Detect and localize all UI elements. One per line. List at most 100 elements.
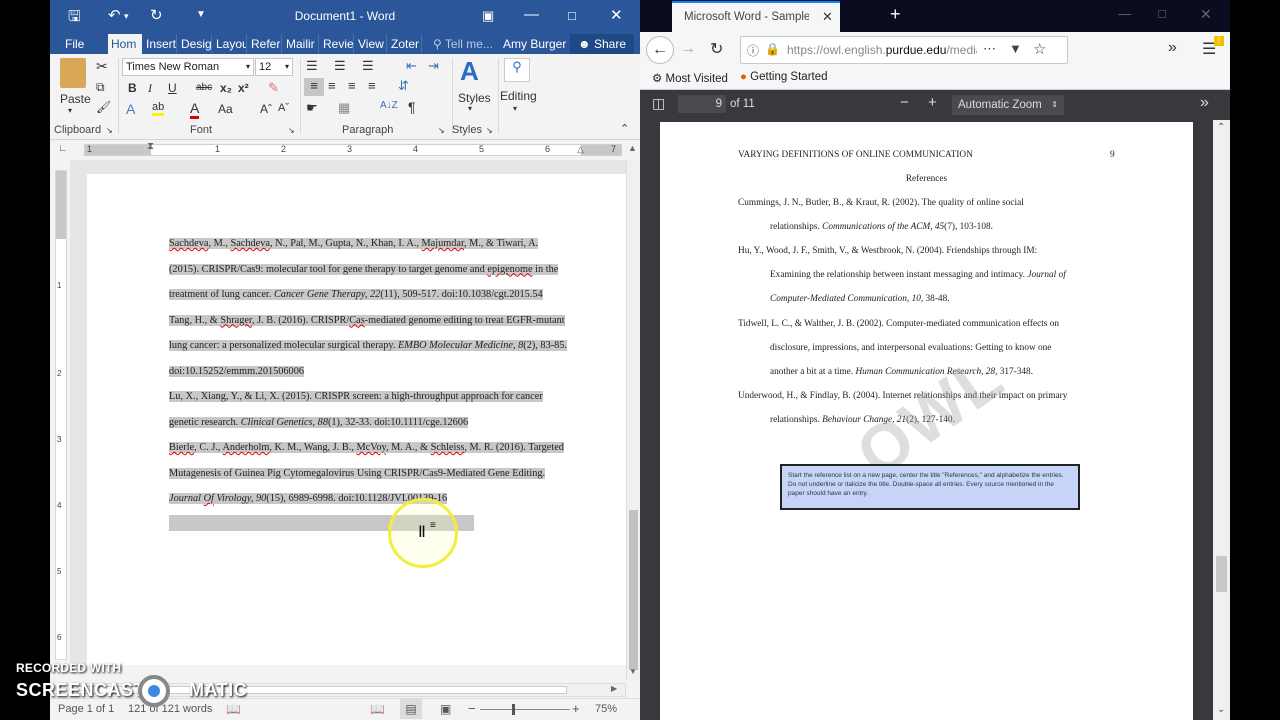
zoom-slider[interactable] — [480, 704, 570, 715]
lock-icon[interactable]: 🔒 — [765, 42, 780, 56]
reference-line[interactable]: genetic research. Clinical Genetics, 88(… — [169, 416, 469, 428]
underline-button[interactable]: U — [168, 81, 177, 95]
justify-button[interactable]: ≡ — [368, 78, 376, 93]
change-case-button[interactable]: Aa — [218, 102, 233, 116]
font-color-icon[interactable]: A — [190, 100, 200, 119]
minimize-icon[interactable]: — — [1118, 6, 1131, 21]
find-icon[interactable]: ⚲ — [504, 58, 530, 82]
sort-button[interactable]: A↓Z — [380, 100, 398, 111]
editing-button[interactable]: Editing — [500, 89, 537, 103]
tools-menu-icon[interactable]: » — [1200, 94, 1209, 112]
strikethrough-button[interactable]: abc — [196, 82, 212, 93]
horizontal-ruler[interactable]: ∟ 1 1 2 3 4 5 6 7 ⧗ △ ▲ — [50, 141, 640, 159]
reference-entry[interactable]: Sachdeva, M., Sachdeva, N., Pal, M., Gup… — [169, 238, 539, 249]
ribbon-display-options-icon[interactable]: ▣ — [482, 8, 494, 24]
reference-line[interactable]: treatment of lung cancer. Cancer Gene Th… — [169, 289, 543, 300]
zoom-select[interactable]: Automatic Zoom ⇕ — [952, 95, 1064, 115]
minimize-icon[interactable]: — — [524, 6, 539, 23]
reload-button[interactable]: ↻ — [710, 39, 723, 59]
print-layout-icon[interactable]: ▤ — [400, 699, 422, 719]
bold-button[interactable]: B — [128, 81, 137, 95]
highlight-color-icon[interactable]: ab — [152, 101, 165, 116]
styles-dropdown-icon[interactable]: ▾ — [468, 104, 472, 113]
scroll-down-icon[interactable]: ▼ — [629, 667, 637, 676]
subscript-button[interactable]: x₂ — [220, 81, 232, 95]
align-right-button[interactable]: ≡ — [348, 78, 356, 93]
tab-selector-icon[interactable]: ∟ — [58, 143, 68, 154]
bullets-icon[interactable]: ☰ — [306, 58, 318, 74]
scroll-down-icon[interactable]: ⌄ — [1217, 704, 1225, 715]
new-tab-icon[interactable]: + — [890, 4, 901, 25]
reference-entry[interactable]: Bierle, C. J., Anderholm, K. M., Wang, J… — [169, 442, 564, 453]
decrease-indent-icon[interactable]: ⇤ — [406, 58, 417, 74]
user-name[interactable]: Amy Burger — [500, 34, 569, 54]
editing-dropdown-icon[interactable]: ▾ — [513, 104, 517, 113]
show-formatting-button[interactable]: ¶ — [408, 99, 416, 115]
bookmark-most-visited[interactable]: ⚙ Most Visited — [652, 71, 728, 85]
shrink-font-button[interactable]: Aˇ — [278, 102, 289, 114]
maximize-icon[interactable]: □ — [1158, 6, 1166, 21]
reference-line[interactable]: lung cancer: a personalized molecular su… — [169, 340, 568, 351]
overflow-menu-icon[interactable]: » — [1168, 39, 1177, 57]
italic-button[interactable]: I — [148, 81, 152, 96]
collapse-ribbon-icon[interactable]: ⌃ — [620, 122, 629, 135]
pdf-scrollbar[interactable]: ⌃ ⌄ — [1213, 120, 1230, 720]
scroll-right-icon[interactable]: ▶ — [611, 684, 617, 693]
zoom-out-button[interactable]: − — [468, 701, 476, 716]
clear-formatting-icon[interactable]: ✎ — [268, 80, 279, 96]
zoom-level[interactable]: 75% — [595, 703, 617, 715]
zoom-out-button[interactable]: − — [900, 94, 909, 111]
scroll-up-icon[interactable]: ▲ — [628, 143, 637, 153]
tab-design[interactable]: Desig — [178, 34, 212, 54]
paragraph-launcher-icon[interactable]: ↘ — [438, 126, 445, 135]
tab-insert[interactable]: Insert — [143, 34, 177, 54]
tab-references[interactable]: Refer — [248, 34, 282, 54]
reference-line[interactable]: doi:10.15252/emmm.201506006 — [169, 365, 305, 377]
font-name-select[interactable]: Times New Roman ▾ — [122, 58, 254, 76]
text-effects-icon[interactable]: A — [126, 101, 135, 117]
indent-marker[interactable]: ⧗ — [147, 141, 154, 152]
tab-mailings[interactable]: Mailir — [283, 34, 319, 54]
copy-icon[interactable]: ⧉ — [96, 80, 105, 95]
cut-icon[interactable]: ✂ — [96, 58, 108, 75]
tab-layout[interactable]: Layou — [213, 34, 247, 54]
page-number-input[interactable]: 9 — [678, 95, 726, 113]
ruler-strip[interactable]: 1 1 2 3 4 5 6 7 ⧗ △ — [84, 141, 622, 156]
back-button[interactable]: ← — [646, 36, 674, 64]
paste-dropdown-icon[interactable]: ▾ — [68, 106, 72, 115]
increase-indent-icon[interactable]: ⇥ — [428, 58, 439, 74]
document-page[interactable]: Sachdeva, M., Sachdeva, N., Pal, M., Gup… — [87, 174, 626, 665]
reference-entry[interactable]: Lu, X., Xiang, Y., & Li, X. (2015). CRIS… — [169, 391, 543, 402]
pdf-viewer[interactable]: VARYING DEFINITIONS OF ONLINE COMMUNICAT… — [640, 120, 1218, 720]
close-tab-icon[interactable]: ✕ — [822, 9, 833, 25]
bookmark-star-icon[interactable]: ☆ — [1033, 40, 1046, 58]
tab-home[interactable]: Hom — [108, 34, 142, 54]
reference-entry[interactable]: Tang, H., & Shrager, J. B. (2016). CRISP… — [169, 314, 565, 326]
page-actions-icon[interactable]: ⋯ — [983, 41, 996, 57]
page-count[interactable]: Page 1 of 1 — [58, 703, 114, 715]
read-mode-icon[interactable]: 📖 — [370, 702, 385, 716]
styles-launcher-icon[interactable]: ↘ — [486, 126, 493, 135]
tab-review[interactable]: Revie — [320, 34, 354, 54]
forward-button[interactable]: → — [680, 40, 696, 58]
tab-zotero[interactable]: Zoter — [388, 34, 422, 54]
maximize-icon[interactable]: □ — [568, 8, 576, 23]
zoom-in-button[interactable]: + — [572, 701, 580, 716]
borders-icon[interactable]: ▦ — [338, 100, 350, 116]
vertical-scrollbar[interactable]: ▼ — [626, 160, 640, 680]
bookmark-getting-started[interactable]: ● Getting Started — [740, 71, 828, 83]
font-size-select[interactable]: 12 ▾ — [255, 58, 293, 76]
styles-button[interactable]: Styles — [458, 91, 491, 105]
document-area[interactable]: Sachdeva, M., Sachdeva, N., Pal, M., Gup… — [70, 160, 626, 665]
reference-line[interactable]: (2015). CRISPR/Cas9: molecular tool for … — [169, 263, 559, 275]
zoom-in-button[interactable]: + — [928, 94, 937, 111]
shading-icon[interactable]: ☛ — [306, 100, 318, 116]
paste-icon[interactable] — [60, 58, 86, 88]
close-icon[interactable]: ✕ — [1200, 6, 1212, 23]
scrollbar-thumb[interactable] — [1216, 556, 1227, 592]
browser-tab[interactable]: Microsoft Word - Sample_APA_11... ✕ — [672, 1, 840, 32]
tell-me-box[interactable]: ⚲ Tell me... — [430, 34, 496, 54]
paste-button[interactable]: Paste — [60, 92, 91, 106]
word-count[interactable]: 121 of 121 words — [128, 703, 212, 715]
align-center-button[interactable]: ≡ — [328, 78, 336, 93]
